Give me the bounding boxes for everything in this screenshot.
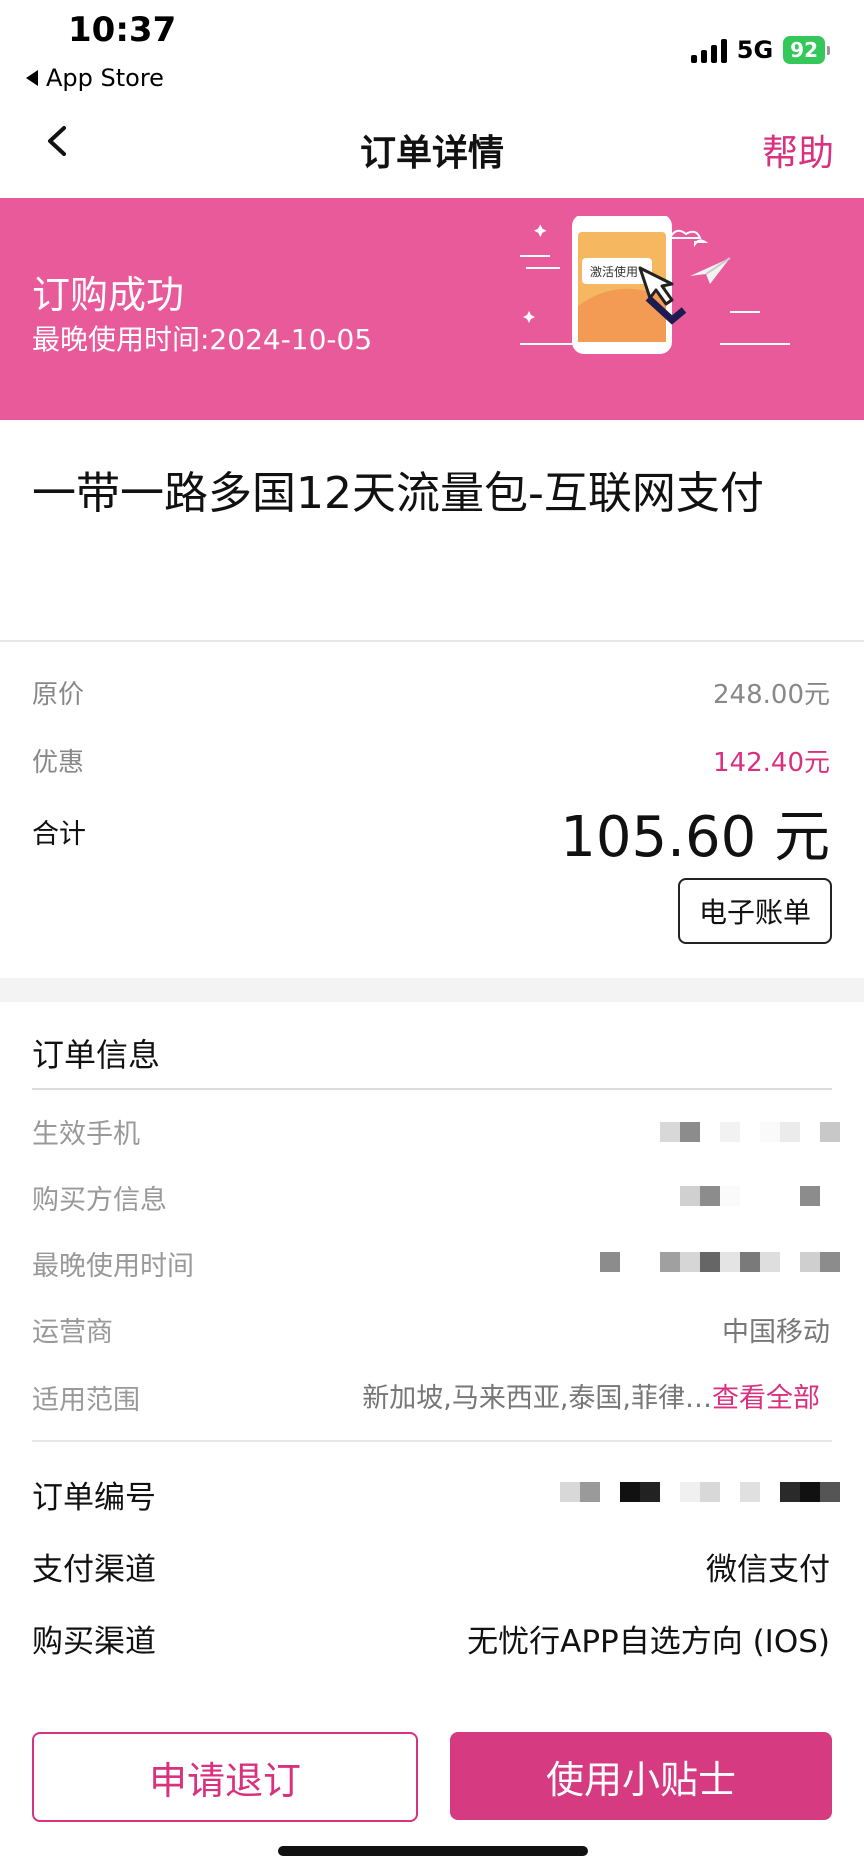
banner-title: 订购成功 <box>32 273 185 317</box>
original-price-label: 原价 <box>32 680 85 710</box>
status-time: 10:37 <box>68 10 177 50</box>
discount-label: 优惠 <box>32 748 85 778</box>
status-indicators: 5G 92 <box>690 36 830 64</box>
redacted-value <box>660 1122 840 1142</box>
illustration-text: 激活使用 <box>590 264 638 279</box>
purchase-channel-label: 购买渠道 <box>32 1624 156 1660</box>
redacted-value <box>680 1186 820 1206</box>
total-value: 105.60 元 <box>560 805 830 870</box>
banner-subtitle: 最晚使用时间:2024-10-05 <box>32 323 373 356</box>
back-triangle-icon <box>26 70 38 86</box>
home-indicator[interactable] <box>278 1846 588 1856</box>
latest-use-time-label: 最晚使用时间 <box>32 1251 194 1282</box>
phone-activation-illustration: 激活使用 <box>520 216 790 354</box>
signal-icon <box>690 37 727 63</box>
redacted-value <box>560 1482 840 1502</box>
success-banner: 订购成功 最晚使用时间:2024-10-05 激活使用 <box>0 198 864 420</box>
refund-button[interactable]: 申请退订 <box>32 1732 418 1822</box>
order-number-label: 订单编号 <box>32 1480 156 1516</box>
carrier-label: 运营商 <box>32 1317 113 1348</box>
battery-level: 92 <box>783 36 825 64</box>
section-separator <box>0 978 864 1002</box>
coverage-value: 新加坡,马来西亚,泰国,菲律… <box>362 1383 712 1414</box>
payment-channel-label: 支付渠道 <box>32 1552 156 1588</box>
back-to-app-store[interactable]: App Store <box>26 64 164 92</box>
help-link[interactable]: 帮助 <box>762 124 834 176</box>
original-price-value: 248.00元 <box>713 680 830 710</box>
purchase-channel-value: 无忧行APP自选方向 (IOS) <box>467 1624 830 1660</box>
product-title: 一带一路多国12天流量包-互联网支付 <box>32 468 764 519</box>
discount-value: 142.40元 <box>713 748 830 778</box>
divider <box>32 1440 832 1442</box>
view-all-link[interactable]: 查看全部 <box>712 1383 820 1414</box>
payment-channel-value: 微信支付 <box>706 1552 830 1588</box>
coverage-label: 适用范围 <box>32 1385 140 1416</box>
battery-icon: 92 <box>783 36 830 64</box>
redacted-value <box>600 1252 840 1272</box>
total-label: 合计 <box>32 819 86 850</box>
order-info-title: 订单信息 <box>32 1036 161 1074</box>
buyer-info-label: 购买方信息 <box>32 1185 167 1216</box>
network-type: 5G <box>736 36 774 64</box>
usage-tips-button[interactable]: 使用小贴士 <box>450 1732 832 1820</box>
effective-phone-label: 生效手机 <box>32 1119 140 1150</box>
divider <box>0 640 864 642</box>
coverage-row: 新加坡,马来西亚,泰国,菲律…查看全部 <box>362 1376 820 1415</box>
divider <box>32 1088 832 1090</box>
carrier-value: 中国移动 <box>722 1317 830 1348</box>
back-app-label: App Store <box>46 64 164 92</box>
e-bill-button[interactable]: 电子账单 <box>678 878 832 944</box>
page-title: 订单详情 <box>359 133 504 174</box>
